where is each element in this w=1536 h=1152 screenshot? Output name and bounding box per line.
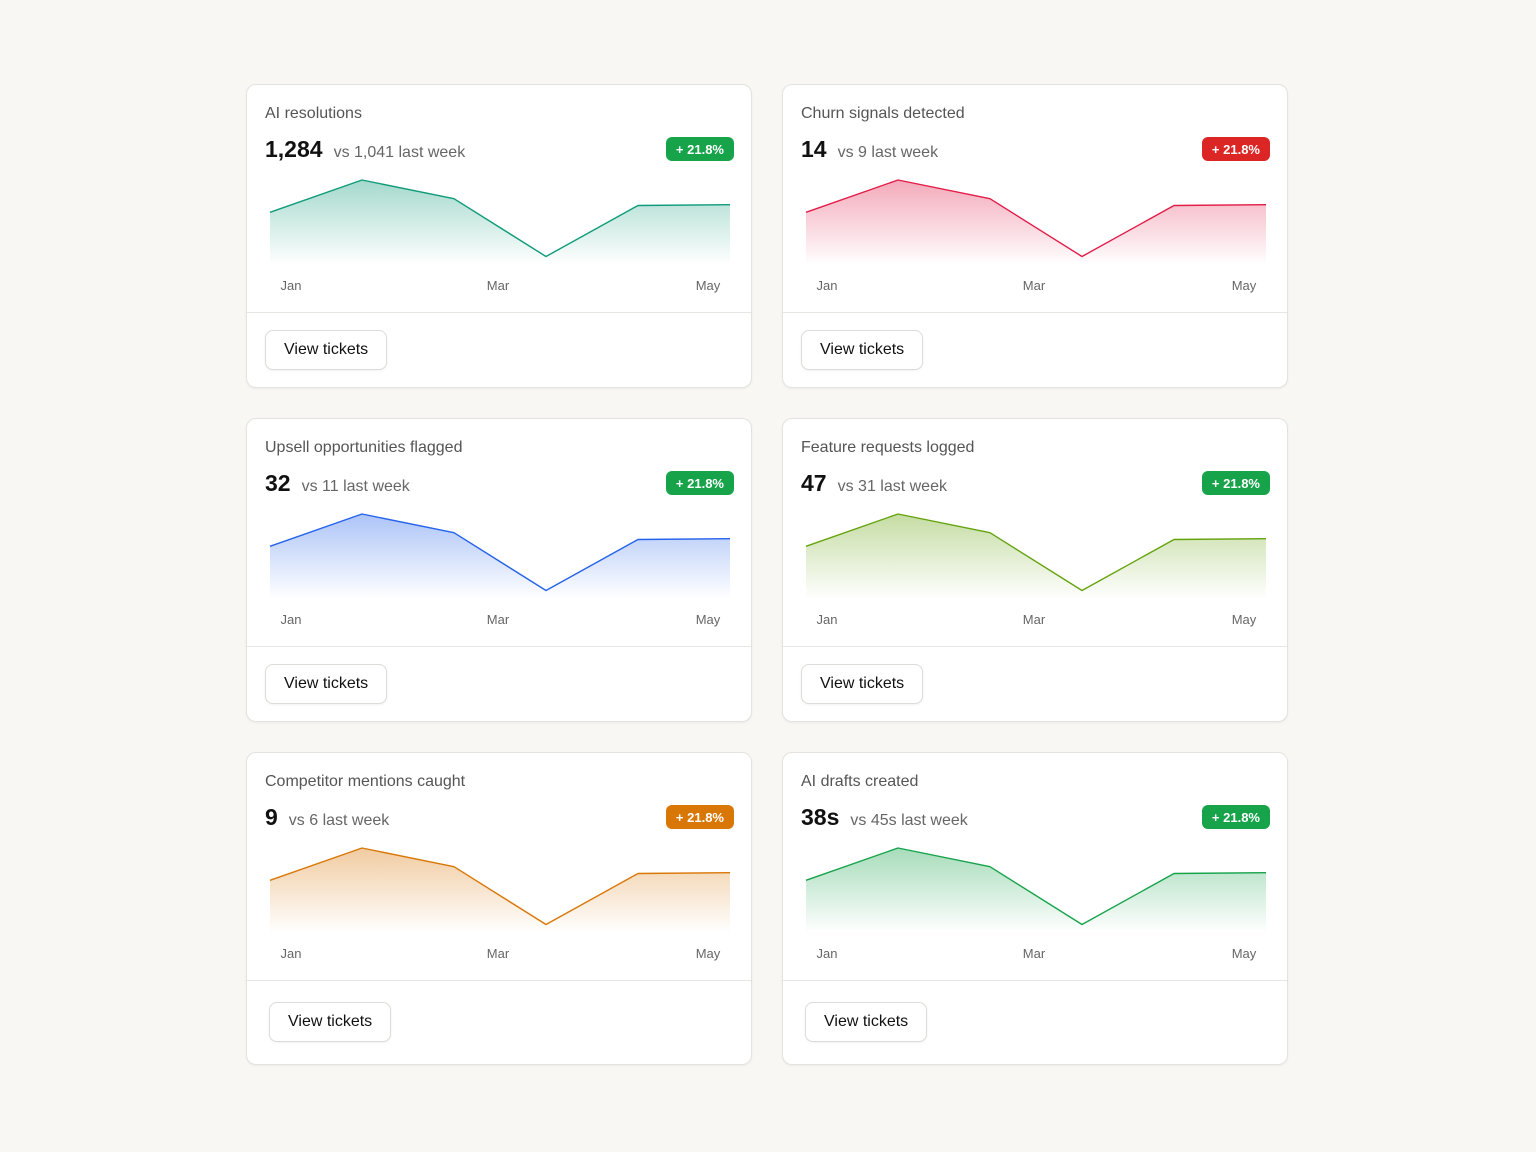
- x-axis-label: Mar: [487, 278, 510, 293]
- view-tickets-button[interactable]: View tickets: [265, 330, 388, 370]
- x-axis-label: Mar: [1023, 612, 1046, 627]
- card-divider: [247, 646, 751, 647]
- trend-chart: Jan Mar May: [269, 513, 731, 627]
- chart-area-fill: [806, 180, 1266, 265]
- metric-card-upsell-opportunities: Upsell opportunities flagged 32 vs 11 la…: [246, 418, 752, 722]
- metric-card-churn-signals: Churn signals detected 14 vs 9 last week…: [782, 84, 1288, 388]
- trend-chart: Jan Mar May: [269, 179, 731, 293]
- card-divider: [783, 980, 1287, 981]
- metrics-grid: AI resolutions 1,284 vs 1,041 last week …: [246, 84, 1288, 1065]
- view-tickets-button[interactable]: View tickets: [269, 1002, 392, 1042]
- chart-area-fill: [270, 514, 730, 599]
- x-axis-label: May: [1232, 278, 1257, 293]
- view-tickets-button[interactable]: View tickets: [801, 330, 924, 370]
- x-axis-label: Mar: [1023, 946, 1046, 961]
- trend-chart: Jan Mar May: [805, 847, 1267, 961]
- chart-area-fill: [806, 514, 1266, 599]
- view-tickets-button[interactable]: View tickets: [801, 664, 924, 704]
- card-divider: [783, 646, 1287, 647]
- x-axis-label: May: [1232, 946, 1257, 961]
- card-divider: [247, 980, 751, 981]
- chart-area-fill: [806, 848, 1266, 933]
- trend-chart: Jan Mar May: [805, 179, 1267, 293]
- x-axis-label: Mar: [487, 946, 510, 961]
- metric-card-competitor-mentions: Competitor mentions caught 9 vs 6 last w…: [246, 752, 752, 1065]
- x-axis-label: Jan: [281, 946, 302, 961]
- x-axis-label: Mar: [487, 612, 510, 627]
- view-tickets-button[interactable]: View tickets: [805, 1002, 928, 1042]
- card-divider: [247, 312, 751, 313]
- x-axis-label: Jan: [817, 946, 838, 961]
- x-axis-label: May: [696, 278, 721, 293]
- x-axis-label: May: [696, 612, 721, 627]
- x-axis-label: Mar: [1023, 278, 1046, 293]
- x-axis-label: Jan: [817, 612, 838, 627]
- view-tickets-button[interactable]: View tickets: [265, 664, 388, 704]
- x-axis-label: Jan: [281, 278, 302, 293]
- metric-card-ai-resolutions: AI resolutions 1,284 vs 1,041 last week …: [246, 84, 752, 388]
- chart-area-fill: [270, 180, 730, 265]
- trend-chart: Jan Mar May: [805, 513, 1267, 627]
- x-axis-label: Jan: [281, 612, 302, 627]
- metric-card-feature-requests: Feature requests logged 47 vs 31 last we…: [782, 418, 1288, 722]
- trend-chart: Jan Mar May: [269, 847, 731, 961]
- chart-area-fill: [270, 848, 730, 933]
- metric-card-ai-drafts: AI drafts created 38s vs 45s last week +…: [782, 752, 1288, 1065]
- card-divider: [783, 312, 1287, 313]
- x-axis-label: May: [696, 946, 721, 961]
- x-axis-label: May: [1232, 612, 1257, 627]
- x-axis-label: Jan: [817, 278, 838, 293]
